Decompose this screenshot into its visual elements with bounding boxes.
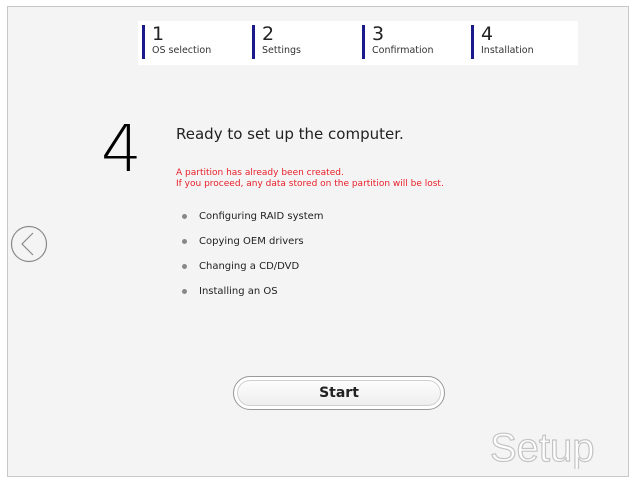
bullet-icon	[182, 239, 187, 244]
task-label: Changing a CD/DVD	[199, 261, 300, 272]
step-indicator: 1 OS selection 2 Settings 3 Confirmation…	[138, 21, 578, 65]
step-number: 1	[152, 23, 165, 45]
current-step-number: 4	[101, 113, 142, 187]
step-3: 3 Confirmation	[362, 25, 433, 59]
step-label: Settings	[262, 45, 301, 56]
setup-logo-text: Setup	[490, 426, 595, 469]
warning-line-1: A partition has already been created.	[176, 168, 344, 178]
task-label: Configuring RAID system	[199, 211, 324, 222]
step-label: OS selection	[152, 45, 212, 56]
bullet-icon	[182, 264, 187, 269]
chevron-left-circle-icon	[10, 225, 48, 263]
step-number: 3	[372, 23, 385, 45]
bullet-icon	[182, 214, 187, 219]
setup-window: 1 OS selection 2 Settings 3 Confirmation…	[7, 6, 629, 477]
list-item: Configuring RAID system	[181, 210, 324, 235]
step-2: 2 Settings	[252, 25, 301, 59]
step-4: 4 Installation	[471, 25, 534, 59]
setup-logo-graphic: Setup	[489, 425, 595, 470]
step-number: 4	[481, 23, 494, 45]
step-number: 2	[262, 23, 275, 45]
back-button[interactable]	[10, 225, 48, 263]
bullet-icon	[182, 289, 187, 294]
setup-logo: Setup	[488, 421, 618, 473]
list-item: Installing an OS	[181, 285, 324, 310]
step-label: Confirmation	[372, 45, 434, 56]
task-label: Copying OEM drivers	[199, 236, 304, 247]
page-title: Ready to set up the computer.	[176, 125, 404, 143]
warning-message: A partition has already been created. If…	[176, 168, 444, 190]
list-item: Copying OEM drivers	[181, 235, 324, 260]
task-list: Configuring RAID system Copying OEM driv…	[181, 210, 324, 310]
task-label: Installing an OS	[199, 286, 278, 297]
step-1: 1 OS selection	[142, 25, 211, 59]
list-item: Changing a CD/DVD	[181, 260, 324, 285]
step-label: Installation	[481, 45, 534, 56]
warning-line-2: If you proceed, any data stored on the p…	[176, 179, 444, 189]
start-button[interactable]: Start	[233, 376, 445, 410]
